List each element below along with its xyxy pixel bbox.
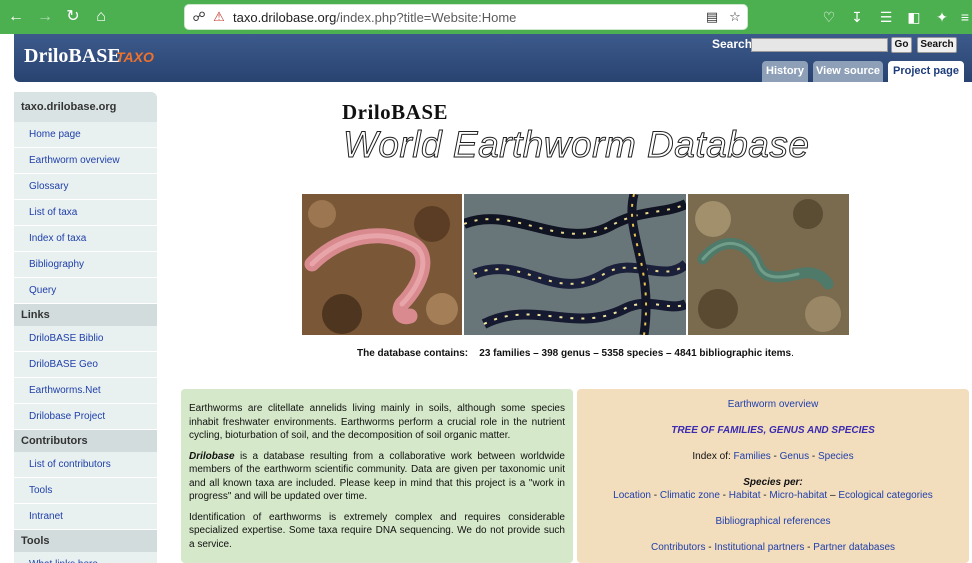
link-institutional-partners[interactable]: Institutional partners: [714, 542, 804, 553]
sidebar-item-what-links-here[interactable]: What links here: [14, 552, 157, 563]
page-subtitle: World Earthworm Database: [342, 124, 810, 166]
forward-arrow-icon[interactable]: →: [34, 6, 56, 28]
sidebar-item-drilobase-project[interactable]: Drilobase Project: [14, 404, 157, 430]
striped-earthworms-photo: [464, 194, 686, 335]
sidebar-item-tools[interactable]: Tools: [14, 478, 157, 504]
sidebar-heading-site: taxo.drilobase.org: [14, 92, 157, 122]
links-box: Earthworm overview TREE OF FAMILIES, GEN…: [577, 389, 969, 563]
link-tree-of-families[interactable]: TREE OF FAMILIES, GENUS AND SPECIES: [671, 425, 875, 436]
drilobase-brand: Drilobase: [189, 450, 235, 462]
lock-icon[interactable]: ⚠: [211, 9, 227, 25]
sidebar-icon[interactable]: ◧: [904, 7, 924, 27]
sidebar-item-home-page[interactable]: Home page: [14, 122, 157, 148]
url-host: taxo.drilobase.org: [233, 10, 337, 25]
sidebar-item-list-of-taxa[interactable]: List of taxa: [14, 200, 157, 226]
library-icon[interactable]: ☰: [876, 7, 896, 27]
intro-paragraph-2-text: is a database resulting from a collabora…: [189, 450, 565, 503]
intro-paragraph-2: Drilobase is a database resulting from a…: [189, 450, 565, 504]
link-species[interactable]: Species: [818, 451, 854, 462]
sidebar-item-query[interactable]: Query: [14, 278, 157, 304]
link-genus[interactable]: Genus: [780, 451, 809, 462]
sidebar-heading-tools: Tools: [14, 530, 157, 552]
tab-view-source[interactable]: View source: [813, 61, 883, 82]
search-input[interactable]: [751, 38, 888, 52]
search-button[interactable]: Search: [917, 37, 957, 53]
menu-icon[interactable]: ≡: [955, 7, 972, 27]
site-logo-subtitle: TAXO: [116, 49, 154, 65]
star-icon[interactable]: ☆: [727, 9, 743, 25]
sidebar-item-earthworms-net[interactable]: Earthworms.Net: [14, 378, 157, 404]
link-earthworm-overview[interactable]: Earthworm overview: [728, 399, 819, 410]
url-path: /index.php?title=Website:Home: [336, 10, 517, 25]
download-icon[interactable]: ↧: [847, 7, 867, 27]
link-location[interactable]: Location: [613, 490, 651, 501]
sidebar-item-drilobase-geo[interactable]: DriloBASE Geo: [14, 352, 157, 378]
species-per-label: Species per:: [743, 477, 803, 488]
go-button[interactable]: Go: [891, 37, 912, 53]
database-stats: The database contains: 23 families – 398…: [357, 348, 794, 359]
main-content: DriloBASE World Earthworm Database The d…: [157, 82, 972, 563]
index-of-label: Index of:: [692, 451, 731, 462]
sidebar-heading-links: Links: [14, 304, 157, 326]
sidebar: taxo.drilobase.org Home page Earthworm o…: [14, 92, 157, 563]
site-header: DriloBASE TAXO Search Go Search History …: [14, 34, 972, 82]
intro-paragraph-3: Identification of earthworms is extremel…: [189, 511, 565, 550]
link-climatic-zone[interactable]: Climatic zone: [660, 490, 720, 501]
site-logo[interactable]: DriloBASE: [24, 45, 121, 68]
link-micro-habitat[interactable]: Micro-habitat: [769, 490, 827, 501]
tab-history[interactable]: History: [762, 61, 808, 82]
sidebar-item-intranet[interactable]: Intranet: [14, 504, 157, 530]
stats-period: .: [791, 348, 794, 359]
stats-value: 23 families – 398 genus – 5358 species –…: [479, 348, 792, 359]
back-arrow-icon[interactable]: ←: [5, 6, 27, 28]
link-ecological-categories[interactable]: Ecological categories: [838, 490, 933, 501]
sidebar-heading-contributors: Contributors: [14, 430, 157, 452]
browser-toolbar: ← → ↻ ⌂ ☍ ⚠ taxo.drilobase.org/index.php…: [0, 0, 972, 34]
shield-icon[interactable]: ☍: [191, 9, 207, 25]
link-habitat[interactable]: Habitat: [729, 490, 761, 501]
sidebar-item-earthworm-overview[interactable]: Earthworm overview: [14, 148, 157, 174]
page-title: DriloBASE: [342, 100, 449, 124]
url-text[interactable]: taxo.drilobase.org/index.php?title=Websi…: [233, 10, 516, 25]
intro-paragraph-1: Earthworms are clitellate annelids livin…: [189, 403, 565, 441]
sidebar-item-glossary[interactable]: Glossary: [14, 174, 157, 200]
home-icon[interactable]: ⌂: [90, 6, 112, 28]
link-partner-databases[interactable]: Partner databases: [813, 542, 895, 553]
pocket-icon[interactable]: ♡: [819, 7, 839, 27]
sidebar-item-bibliography[interactable]: Bibliography: [14, 252, 157, 278]
reload-icon[interactable]: ↻: [62, 6, 84, 28]
pink-earthworm-photo: [302, 194, 462, 335]
extensions-icon[interactable]: ✦: [932, 7, 952, 27]
stats-label: The database contains:: [357, 348, 469, 359]
link-families[interactable]: Families: [734, 451, 771, 462]
sidebar-item-drilobase-biblio[interactable]: DriloBASE Biblio: [14, 326, 157, 352]
search-label: Search: [712, 37, 753, 51]
tab-project-page[interactable]: Project page: [888, 61, 964, 82]
link-contributors[interactable]: Contributors: [651, 542, 705, 553]
green-earthworm-photo: [688, 194, 849, 335]
intro-box: Earthworms are clitellate annelids livin…: [181, 389, 573, 563]
address-bar[interactable]: ☍ ⚠ taxo.drilobase.org/index.php?title=W…: [184, 4, 748, 30]
sidebar-item-list-of-contributors[interactable]: List of contributors: [14, 452, 157, 478]
reader-icon[interactable]: ▤: [704, 9, 720, 25]
sidebar-item-index-of-taxa[interactable]: Index of taxa: [14, 226, 157, 252]
link-bibliographical-references[interactable]: Bibliographical references: [715, 516, 830, 527]
